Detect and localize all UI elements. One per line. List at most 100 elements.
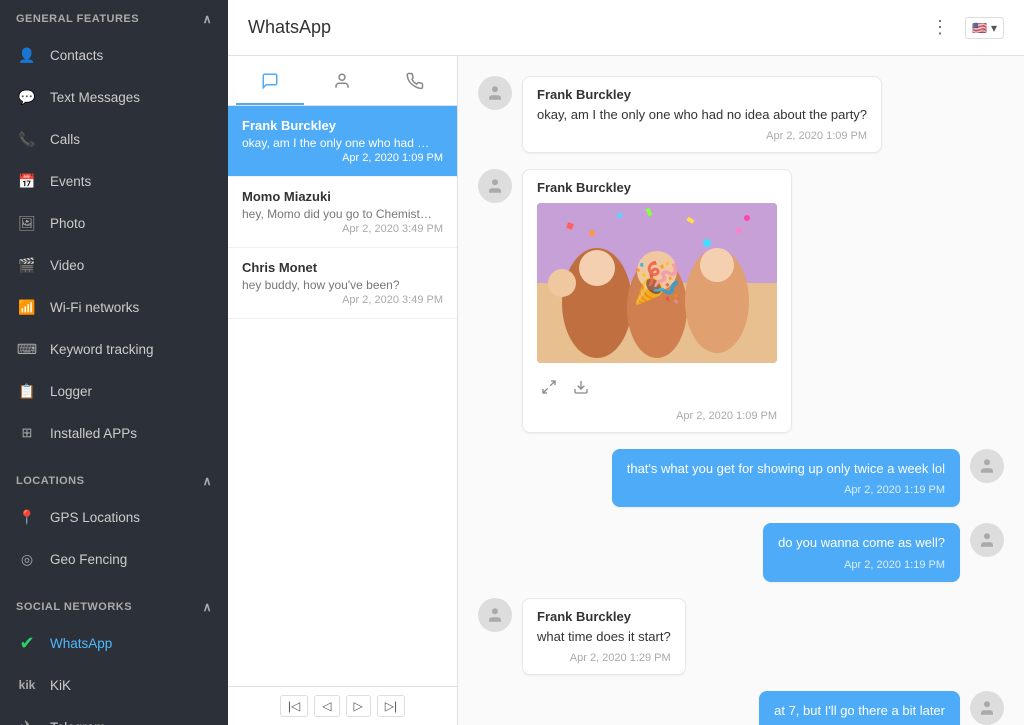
message-sender: Frank Burckley: [537, 609, 671, 624]
tab-chats[interactable]: [236, 64, 304, 105]
more-options-button[interactable]: ⋮: [925, 13, 955, 42]
message-row-4: do you wanna come as well? Apr 2, 2020 1…: [478, 523, 1004, 581]
next-page-button[interactable]: ▷: [346, 695, 371, 717]
sidebar-item-label: Events: [50, 174, 91, 189]
page-title: WhatsApp: [248, 17, 331, 38]
sidebar-item-events[interactable]: 📅 Events: [0, 160, 228, 202]
conv-preview: hey, Momo did you go to Chemistry to...: [242, 207, 432, 221]
sidebar-item-label: Calls: [50, 132, 80, 147]
sidebar-item-text-messages[interactable]: 💬 Text Messages: [0, 76, 228, 118]
conv-preview: okay, am I the only one who had no ide..…: [242, 136, 432, 150]
sidebar-item-gps-locations[interactable]: 📍 GPS Locations: [0, 496, 228, 538]
kik-icon: kik: [16, 674, 38, 696]
logger-icon: 📋: [16, 380, 38, 402]
avatar: [478, 76, 512, 110]
language-dropdown[interactable]: 🇺🇸 ▾: [965, 17, 1004, 39]
sidebar-item-photo[interactable]: 🖼 Photo: [0, 202, 228, 244]
conv-time: Apr 2, 2020 3:49 PM: [242, 223, 443, 235]
geo-icon: ◎: [16, 548, 38, 570]
message-image-actions: [537, 371, 777, 404]
calls-icon: 📞: [16, 128, 38, 150]
photo-icon: 🖼: [16, 212, 38, 234]
conversation-item-momo[interactable]: Momo Miazuki hey, Momo did you go to Che…: [228, 177, 457, 248]
message-sender: Frank Burckley: [537, 87, 867, 102]
conv-name: Momo Miazuki: [242, 189, 443, 204]
message-time: Apr 2, 2020 1:09 PM: [537, 130, 867, 142]
message-time: Apr 2, 2020 1:19 PM: [778, 559, 945, 571]
conversation-item-chris[interactable]: Chris Monet hey buddy, how you've been? …: [228, 248, 457, 319]
general-features-chevron[interactable]: ∧: [203, 12, 212, 26]
header-actions: ⋮ 🇺🇸 ▾: [925, 13, 1004, 42]
party-photo: [537, 203, 777, 363]
avatar-outgoing: [970, 523, 1004, 557]
message-text: what time does it start?: [537, 628, 671, 646]
conversation-panel: Frank Burckley okay, am I the only one w…: [228, 56, 458, 725]
sidebar: General Features ∧ 👤 Contacts 💬 Text Mes…: [0, 0, 228, 725]
conversation-pagination: |◁ ◁ ▷ ▷|: [228, 686, 457, 725]
message-bubble-2: Frank Burckley: [522, 169, 792, 433]
expand-image-button[interactable]: [539, 377, 559, 402]
sidebar-item-label: Logger: [50, 384, 92, 399]
message-image: [537, 203, 777, 363]
sidebar-item-whatsapp[interactable]: ✔ WhatsApp: [0, 622, 228, 664]
message-text: that's what you get for showing up only …: [627, 460, 945, 478]
sidebar-item-logger[interactable]: 📋 Logger: [0, 370, 228, 412]
message-row-2: Frank Burckley: [478, 169, 1004, 433]
conv-name: Frank Burckley: [242, 118, 443, 133]
sidebar-item-installed-apps[interactable]: ⊞ Installed APPs: [0, 412, 228, 454]
message-bubble-6: at 7, but I'll go there a bit later Apr …: [759, 691, 960, 725]
video-icon: 🎬: [16, 254, 38, 276]
contacts-tab-icon: [333, 72, 351, 95]
avatar-outgoing: [970, 691, 1004, 725]
conv-time: Apr 2, 2020 1:09 PM: [242, 152, 443, 164]
header: WhatsApp ⋮ 🇺🇸 ▾: [228, 0, 1024, 56]
content-area: Frank Burckley okay, am I the only one w…: [228, 56, 1024, 725]
sidebar-item-wifi[interactable]: 📶 Wi-Fi networks: [0, 286, 228, 328]
dropdown-arrow-icon: ▾: [991, 21, 997, 35]
sidebar-item-kik[interactable]: kik KiK: [0, 664, 228, 706]
chat-tab-icon: [261, 72, 279, 95]
sidebar-item-label: WhatsApp: [50, 636, 112, 651]
sidebar-item-video[interactable]: 🎬 Video: [0, 244, 228, 286]
sidebar-item-telegram[interactable]: ✈ Telegram: [0, 706, 228, 725]
conv-name: Chris Monet: [242, 260, 443, 275]
message-bubble-3: that's what you get for showing up only …: [612, 449, 960, 507]
sidebar-item-geo-fencing[interactable]: ◎ Geo Fencing: [0, 538, 228, 580]
message-time: Apr 2, 2020 1:29 PM: [537, 652, 671, 664]
installed-apps-icon: ⊞: [16, 422, 38, 444]
social-networks-header: Social Networks ∧: [0, 588, 228, 622]
social-networks-chevron[interactable]: ∧: [203, 600, 212, 614]
conversation-item-frank[interactable]: Frank Burckley okay, am I the only one w…: [228, 106, 457, 177]
general-features-header: General Features ∧: [0, 0, 228, 34]
download-image-button[interactable]: [571, 377, 591, 402]
sidebar-item-keyword-tracking[interactable]: ⌨ Keyword tracking: [0, 328, 228, 370]
first-page-button[interactable]: |◁: [280, 695, 308, 717]
message-time: Apr 2, 2020 1:09 PM: [537, 410, 777, 422]
locations-header: Locations ∧: [0, 462, 228, 496]
conversation-tabs: [228, 56, 457, 106]
avatar: [478, 169, 512, 203]
message-bubble-1: Frank Burckley okay, am I the only one w…: [522, 76, 882, 153]
sidebar-item-contacts[interactable]: 👤 Contacts: [0, 34, 228, 76]
message-row-6: at 7, but I'll go there a bit later Apr …: [478, 691, 1004, 725]
sidebar-item-label: Telegram: [50, 720, 106, 725]
tab-calls[interactable]: [381, 64, 449, 105]
message-bubble-4: do you wanna come as well? Apr 2, 2020 1…: [763, 523, 960, 581]
message-text: at 7, but I'll go there a bit later: [774, 702, 945, 720]
sidebar-item-label: Text Messages: [50, 90, 140, 105]
sidebar-item-label: Photo: [50, 216, 85, 231]
text-messages-icon: 💬: [16, 86, 38, 108]
last-page-button[interactable]: ▷|: [377, 695, 405, 717]
sidebar-item-calls[interactable]: 📞 Calls: [0, 118, 228, 160]
message-row-3: that's what you get for showing up only …: [478, 449, 1004, 507]
avatar-outgoing: [970, 449, 1004, 483]
whatsapp-icon: ✔: [16, 632, 38, 654]
sidebar-item-label: Wi-Fi networks: [50, 300, 139, 315]
contacts-icon: 👤: [16, 44, 38, 66]
tab-contacts[interactable]: [308, 64, 376, 105]
message-text: do you wanna come as well?: [778, 534, 945, 552]
locations-chevron[interactable]: ∧: [203, 474, 212, 488]
sidebar-item-label: KiK: [50, 678, 71, 693]
prev-page-button[interactable]: ◁: [314, 695, 339, 717]
message-text: okay, am I the only one who had no idea …: [537, 106, 867, 124]
